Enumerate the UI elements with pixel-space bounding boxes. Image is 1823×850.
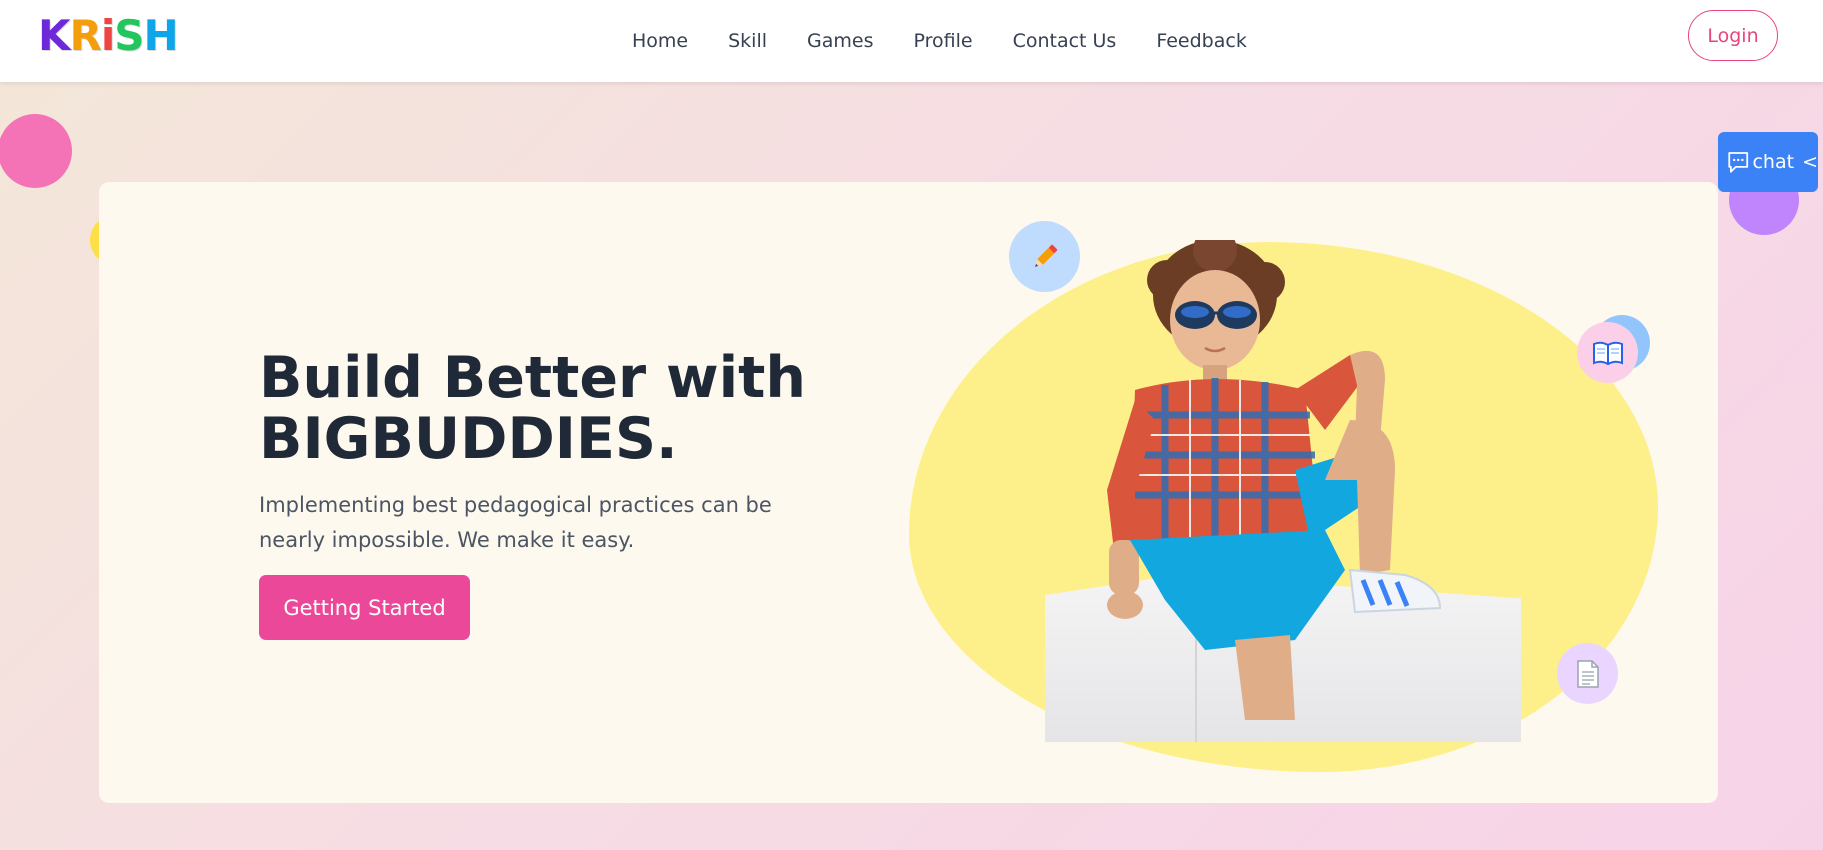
hero-subtitle: Implementing best pedagogical practices …	[259, 493, 772, 552]
chat-bubble-icon	[1728, 152, 1749, 173]
nav-link-home[interactable]: Home	[632, 28, 688, 54]
nav-link-games[interactable]: Games	[807, 28, 873, 54]
main-nav: Home Skill Games Profile Contact Us Feed…	[632, 28, 1247, 54]
krish-logo[interactable]: K R i S H	[38, 10, 179, 60]
book-bubble	[1577, 322, 1638, 383]
chat-label: chat	[1752, 151, 1795, 173]
hero-title-line-2: BIGBUDDIES.	[259, 406, 678, 472]
pencil-bubble	[1009, 221, 1080, 292]
nav-link-feedback[interactable]: Feedback	[1156, 28, 1246, 54]
book-icon	[1592, 341, 1623, 365]
document-icon	[1576, 659, 1599, 688]
logo-letter-i: i	[100, 10, 115, 60]
logo-letter-s: S	[114, 10, 144, 60]
login-button[interactable]: Login	[1688, 10, 1778, 61]
nav-link-contact-us[interactable]: Contact Us	[1013, 28, 1117, 54]
site-header: K R i S H Home Skill Games Profile Conta…	[0, 0, 1823, 82]
logo-letter-k: K	[38, 10, 71, 60]
logo-letter-h: H	[143, 10, 179, 60]
document-bubble	[1557, 643, 1618, 704]
chat-collapse-arrow: <	[1802, 151, 1818, 173]
hero-title-line-1: Build Better with	[259, 345, 806, 411]
decorative-circle-pink	[0, 114, 72, 188]
pencil-icon	[1034, 244, 1057, 267]
nav-link-profile[interactable]: Profile	[913, 28, 972, 54]
hero-title: Build Better with BIGBUDDIES.	[259, 348, 879, 470]
nav-link-skill[interactable]: Skill	[728, 28, 767, 54]
logo-letter-r: R	[69, 10, 102, 60]
child-photo-illustration	[1107, 240, 1442, 720]
getting-started-button[interactable]: Getting Started	[259, 575, 470, 640]
chat-tab[interactable]: chat <	[1718, 132, 1818, 192]
